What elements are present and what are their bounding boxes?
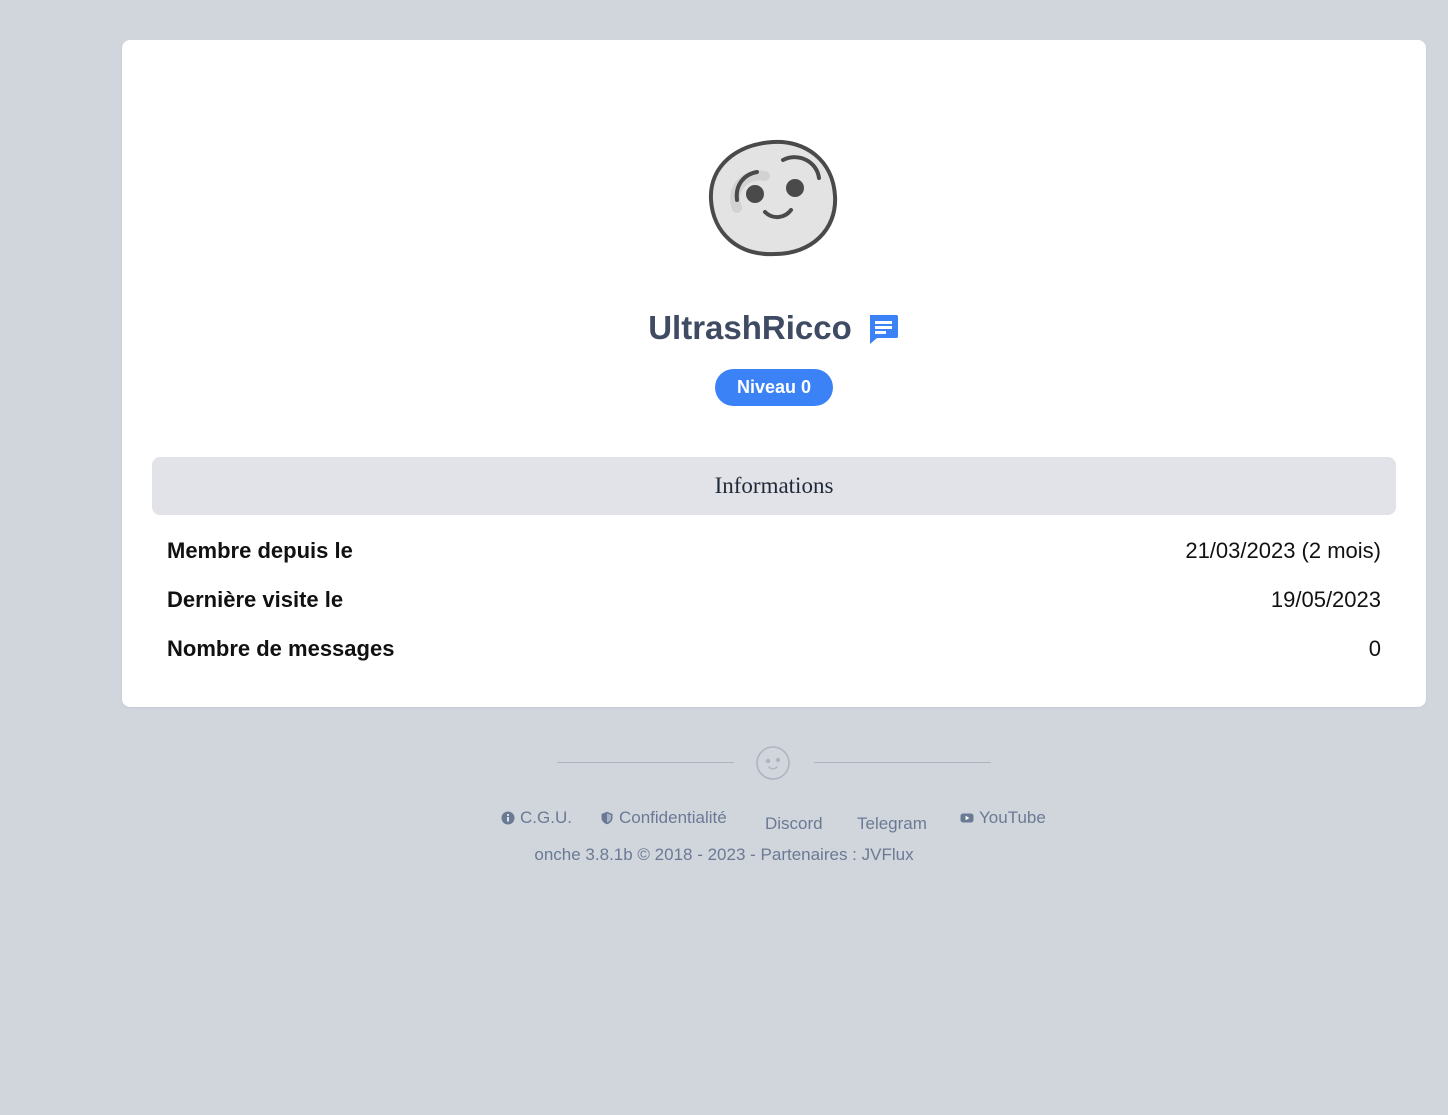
divider-line [814,762,991,763]
info-label: Dernière visite le [167,587,344,612]
info-label: Membre depuis le [167,538,353,563]
cgu-link[interactable]: C.G.U. [501,808,572,828]
info-value: 21/03/2023 (2 mois) [1185,538,1381,563]
cgu-link-label: C.G.U. [520,808,572,827]
info-label: Nombre de messages [167,636,395,661]
info-value: 19/05/2023 [1270,587,1381,612]
youtube-link-label: YouTube [979,808,1046,827]
youtube-link[interactable]: YouTube [960,808,1046,828]
footer-copyright: onche 3.8.1b © 2018 - 2023 - Partenaires… [534,845,914,864]
profile-card: UltrashRicco Niveau 0 Informations Membr… [122,40,1426,707]
footer-links: C.G.U. Confidentialité Discord Telegram … [0,806,1448,836]
info-section-header: Informations [152,457,1396,515]
username-row: UltrashRicco [122,306,1426,350]
info-row-last-visit: Dernière visite le 19/05/2023 [167,585,1381,615]
discord-link[interactable]: Discord [765,814,823,834]
info-row-message-count: Nombre de messages 0 [167,634,1381,664]
privacy-link-label: Confidentialité [619,808,727,827]
smiley-face-icon [708,139,838,257]
avatar [707,138,839,260]
footer-logo-icon [755,745,791,781]
info-row-member-since: Membre depuis le 21/03/2023 (2 mois) [167,536,1381,566]
shield-icon [601,811,613,825]
username: UltrashRicco [648,309,852,346]
message-icon[interactable] [866,312,900,346]
youtube-icon [960,813,974,823]
footer-divider [557,745,991,781]
telegram-link[interactable]: Telegram [857,814,927,834]
level-badge: Niveau 0 [715,369,833,406]
privacy-link[interactable]: Confidentialité [600,808,727,828]
info-icon [501,811,515,825]
divider-line [557,762,734,763]
info-value: 0 [1368,636,1381,661]
